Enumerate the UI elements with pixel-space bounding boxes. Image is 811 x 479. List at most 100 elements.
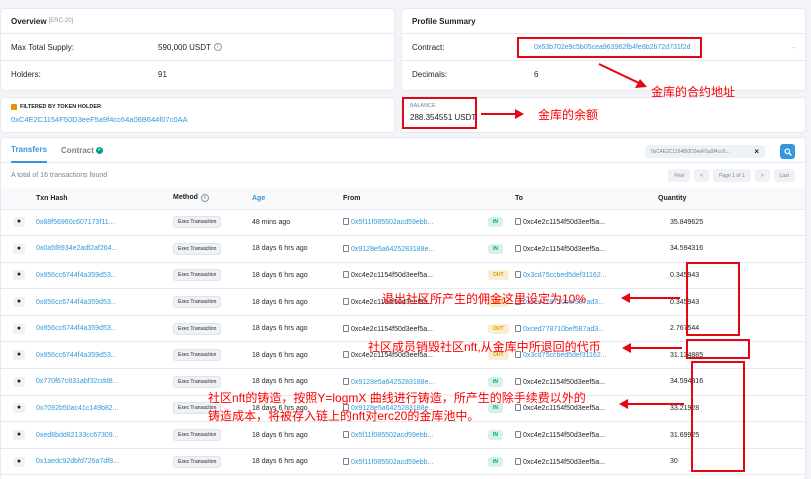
method-badge: Exec Transaction bbox=[173, 349, 222, 362]
contract-annotation: 金库的合约地址 bbox=[651, 85, 736, 99]
eye-icon[interactable]: ● bbox=[13, 456, 25, 467]
to-cell: 0xc4e2c1154f50d3eef5a... bbox=[515, 421, 658, 449]
txn-hash-link[interactable]: 0xe260f819c4a70fb426f... bbox=[36, 474, 173, 479]
table-row: ● 0x88f56960c607173f11... Exec Transacti… bbox=[1, 209, 805, 237]
commission-arrow-line bbox=[629, 297, 680, 299]
txn-hash-link[interactable]: 0x0a5f8934e2adf2af264... bbox=[36, 235, 173, 263]
method-cell: Exec Transaction bbox=[173, 341, 252, 370]
pager-page: Page 1 of 1 bbox=[713, 169, 751, 182]
tab-contract[interactable]: Contract ✓ bbox=[61, 138, 103, 163]
txn-hash-link[interactable]: 0x7092b50ac41c149b82... bbox=[36, 395, 173, 423]
contract-doc-icon bbox=[343, 271, 349, 279]
eye-icon[interactable]: ● bbox=[13, 297, 25, 308]
profile-header: Profile Summary bbox=[402, 9, 805, 34]
mint-annotation-line-2: 铸造成本，将被存入链上的nft对erc20的金库池中。 bbox=[208, 409, 480, 423]
eye-icon[interactable]: ● bbox=[13, 243, 25, 254]
method-cell: Exec Transaction bbox=[173, 421, 252, 449]
pager-first[interactable]: First bbox=[668, 169, 691, 182]
txn-hash-link[interactable]: 0x856cc6744f4a359d53... bbox=[36, 341, 173, 370]
col-method-label: Method bbox=[173, 194, 198, 202]
txn-hash-link[interactable]: 0x770f67c831abf32cdd8... bbox=[36, 368, 173, 396]
eye-icon[interactable]: ● bbox=[13, 270, 25, 281]
table-row: ● 0x1aedc92dbfd726a7df8... Exec Transact… bbox=[1, 448, 805, 476]
direction-cell: IN bbox=[488, 474, 515, 479]
eye-icon[interactable]: ● bbox=[13, 350, 25, 361]
direction-badge: IN bbox=[488, 217, 503, 228]
age-cell: 18 days 6 hrs ago bbox=[252, 262, 343, 290]
contract-arrow bbox=[598, 63, 647, 88]
search-button[interactable] bbox=[780, 144, 795, 159]
info-icon[interactable]: i bbox=[213, 43, 222, 51]
from-address[interactable]: 0x9128e5a6425283188e... bbox=[351, 246, 434, 253]
mint-arrow-head bbox=[619, 399, 628, 409]
eye-icon[interactable]: ● bbox=[13, 403, 25, 414]
col-to: To bbox=[515, 188, 658, 210]
to-address[interactable]: 0x3cd75ccbed5def31162... bbox=[523, 272, 607, 279]
verified-check-icon: ✓ bbox=[95, 146, 103, 154]
txn-hash-link[interactable]: 0x88f56960c607173f11... bbox=[36, 209, 173, 237]
txn-hash-link[interactable]: 0x856cc6744f4a359d53... bbox=[36, 288, 173, 316]
txn-hash-link[interactable]: 0x856cc6744f4a359d53... bbox=[36, 262, 173, 290]
row-eye-cell: ● bbox=[1, 448, 36, 476]
holder-filter-text: 0xC4E2C1154f50D3eeF5a9f4cc6... bbox=[651, 148, 730, 155]
txn-hash-link[interactable]: 0xed8bdd82133cc67309... bbox=[36, 421, 173, 449]
to-address: 0xc4e2c1154f50d3eef5a... bbox=[523, 458, 605, 466]
age-cell: 18 days 6 hrs ago bbox=[252, 288, 343, 316]
method-cell: Exec Transaction bbox=[173, 262, 252, 290]
row-eye-cell: ● bbox=[1, 368, 36, 396]
direction-cell: IN bbox=[488, 421, 515, 449]
eye-icon[interactable]: ● bbox=[13, 323, 25, 334]
commission-arrow-head bbox=[621, 293, 630, 303]
from-address[interactable]: 0x5f11f085502acd59ebb... bbox=[351, 459, 433, 466]
from-cell: 0x5f11f085502acd59ebb... bbox=[343, 421, 488, 449]
eye-icon[interactable]: ● bbox=[13, 376, 25, 387]
contract-doc-icon bbox=[343, 457, 349, 465]
eye-icon[interactable]: ● bbox=[13, 217, 25, 228]
info-icon[interactable]: i bbox=[200, 194, 209, 203]
method-badge: Exec Transaction bbox=[173, 296, 222, 309]
method-cell: Exec Transaction bbox=[173, 448, 252, 476]
from-cell: 0x9128e5a6425283188e... bbox=[343, 235, 488, 263]
from-address[interactable]: 0x9128e5a6425283188e... bbox=[351, 379, 434, 386]
close-icon[interactable]: × bbox=[754, 147, 759, 156]
direction-badge: IN bbox=[488, 376, 503, 387]
filter-label-row: FILTERED BY TOKEN HOLDER bbox=[11, 104, 384, 110]
direction-cell: IN bbox=[488, 448, 515, 476]
from-cell: 0x5f11f085502acd59ebb... bbox=[343, 474, 488, 479]
filter-holder-address[interactable]: 0xC4E2C1154F50D3eeF5a9f4cc64a06B644f07c0… bbox=[11, 115, 384, 124]
holders-value[interactable]: 91 bbox=[158, 70, 167, 79]
txn-hash-link[interactable]: 0x1aedc92dbfd726a7df8... bbox=[36, 448, 173, 476]
row-eye-cell: ● bbox=[1, 235, 36, 263]
method-badge: Exec Transaction bbox=[173, 322, 222, 335]
from-address[interactable]: 0x5f11f085502acd59ebb... bbox=[351, 219, 433, 226]
summary-bar: A total of 16 transactions found First <… bbox=[1, 163, 805, 188]
contract-doc-icon bbox=[343, 431, 349, 439]
pager-last[interactable]: Last bbox=[773, 169, 795, 182]
to-address[interactable]: 0xced778710bef587ad3... bbox=[523, 326, 604, 333]
balance-highlight-box bbox=[402, 97, 477, 129]
tab-transfers[interactable]: Transfers bbox=[11, 138, 48, 163]
to-address: 0xc4e2c1154f50d3eef5a... bbox=[523, 219, 605, 227]
age-cell: 48 mins ago bbox=[252, 209, 343, 237]
balance-arrow-head bbox=[515, 109, 524, 119]
contract-doc-icon bbox=[343, 244, 349, 252]
contract-doc-icon bbox=[515, 324, 521, 332]
eye-icon[interactable]: ● bbox=[13, 430, 25, 441]
direction-badge: IN bbox=[488, 243, 503, 254]
max-supply-label: Max Total Supply: bbox=[11, 42, 74, 52]
row-eye-cell: ● bbox=[1, 341, 36, 370]
from-address: 0xc4e2c1154f50d3eef5a... bbox=[351, 272, 433, 280]
from-address[interactable]: 0x5f11f085502acd59ebb... bbox=[351, 432, 433, 439]
direction-cell: IN bbox=[488, 235, 515, 263]
to-cell: 0x3cd75ccbed5def31162... bbox=[515, 262, 658, 290]
contract-doc-icon bbox=[343, 218, 349, 226]
pager-next[interactable]: > bbox=[754, 169, 770, 182]
to-cell: 0xc4e2c1154f50d3eef5a... bbox=[515, 235, 658, 263]
contract-doc-icon bbox=[343, 324, 349, 332]
txn-hash-link[interactable]: 0x856cc6744f4a359d53... bbox=[36, 315, 173, 343]
row-eye-cell: ● bbox=[1, 421, 36, 449]
method-cell: Exec Transaction bbox=[173, 474, 252, 479]
holder-filter-chip[interactable]: 0xC4E2C1154f50D3eeF5a9f4cc6... × bbox=[645, 145, 765, 158]
col-age[interactable]: Age bbox=[252, 188, 343, 210]
pager-prev[interactable]: < bbox=[694, 169, 710, 182]
